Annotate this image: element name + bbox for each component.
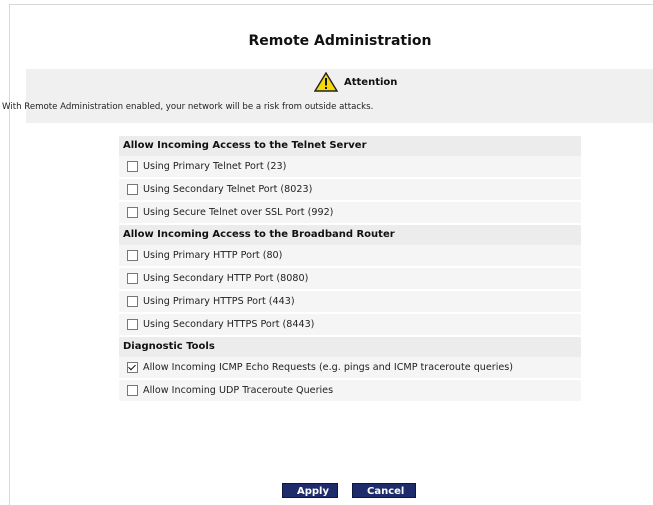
attention-message: With Remote Administration enabled, your… [2,102,374,112]
content-frame: Remote Administration Attention With Rem… [2,4,653,505]
checkbox[interactable] [127,250,138,261]
attention-header: Attention [314,72,397,92]
checkbox[interactable] [127,184,138,195]
option-row[interactable]: Allow Incoming UDP Traceroute Queries [119,380,581,403]
option-row[interactable]: Using Primary HTTPS Port (443) [119,291,581,314]
option-label: Allow Incoming UDP Traceroute Queries [143,385,334,396]
checkbox[interactable] [127,362,138,373]
apply-button[interactable]: Apply [282,483,338,498]
option-row[interactable]: Using Primary HTTP Port (80) [119,245,581,268]
checkbox[interactable] [127,385,138,396]
attention-box: Attention With Remote Administration ena… [2,69,653,123]
option-label: Using Secondary HTTP Port (8080) [143,273,309,284]
option-label: Allow Incoming ICMP Echo Requests (e.g. … [143,362,514,373]
option-row[interactable]: Using Primary Telnet Port (23) [119,156,581,179]
checkbox[interactable] [127,319,138,330]
checkbox[interactable] [127,296,138,307]
warning-triangle-icon [314,72,338,92]
action-buttons: Apply Cancel [282,483,416,498]
attention-label: Attention [344,76,398,88]
option-row[interactable]: Using Secondary Telnet Port (8023) [119,179,581,202]
option-label: Using Secondary Telnet Port (8023) [143,184,313,195]
option-label: Using Secondary HTTPS Port (8443) [143,319,315,330]
option-row[interactable]: Allow Incoming ICMP Echo Requests (e.g. … [119,357,581,380]
option-label: Using Primary Telnet Port (23) [143,161,287,172]
option-label: Using Primary HTTPS Port (443) [143,296,295,307]
option-row[interactable]: Using Secure Telnet over SSL Port (992) [119,202,581,225]
section-header-router: Allow Incoming Access to the Broadband R… [119,225,581,245]
checkbox[interactable] [127,207,138,218]
section-header-diagnostics: Diagnostic Tools [119,337,581,357]
page-title: Remote Administration [248,33,432,49]
section-header-telnet: Allow Incoming Access to the Telnet Serv… [119,136,581,156]
option-row[interactable]: Using Secondary HTTP Port (8080) [119,268,581,291]
options-table: Allow Incoming Access to the Telnet Serv… [119,136,581,403]
cancel-button[interactable]: Cancel [352,483,416,498]
checkbox[interactable] [127,273,138,284]
option-label: Using Primary HTTP Port (80) [143,250,283,261]
option-label: Using Secure Telnet over SSL Port (992) [143,207,334,218]
checkbox[interactable] [127,161,138,172]
option-row[interactable]: Using Secondary HTTPS Port (8443) [119,314,581,337]
